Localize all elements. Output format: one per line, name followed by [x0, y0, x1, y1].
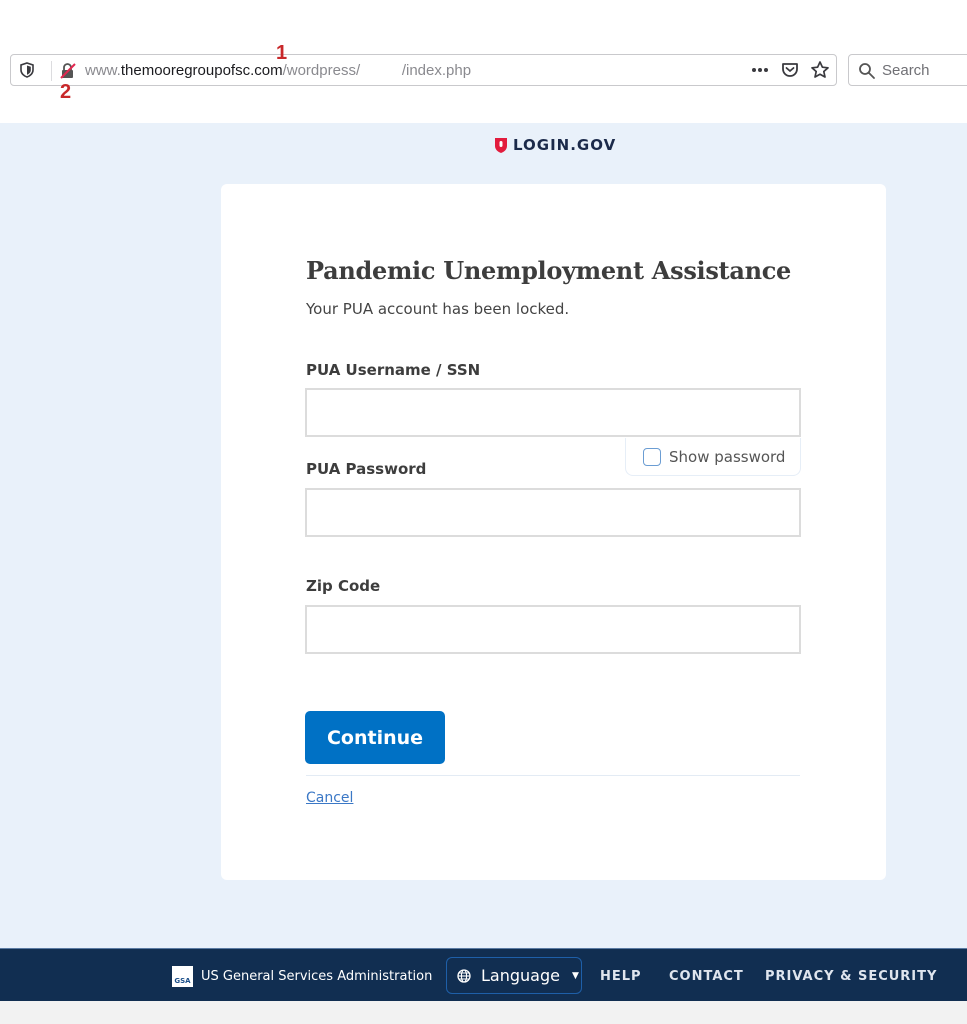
account-status-message: Your PUA account has been locked. [306, 300, 570, 318]
gsa-link[interactable]: GSA US General Services Administration [172, 966, 432, 987]
search-icon [858, 62, 876, 84]
login-gov-shield-icon [495, 137, 507, 153]
footer-link-help[interactable]: HELP [600, 969, 642, 984]
url-path-start: /wordpress/ [282, 62, 361, 79]
show-password-toggle[interactable]: Show password [625, 438, 801, 476]
search-placeholder: Search [882, 62, 930, 79]
login-gov-logo[interactable]: LOGIN.GOV [494, 136, 616, 154]
tracking-protection-shield-icon[interactable] [19, 62, 35, 78]
show-password-checkbox[interactable] [643, 447, 661, 466]
zip-code-label: Zip Code [306, 577, 381, 595]
url-prefix: www. [85, 62, 121, 79]
insecure-lock-icon[interactable] [59, 62, 77, 80]
more-actions-icon[interactable] [750, 60, 770, 80]
page-actions [750, 60, 830, 80]
gsa-agency-name: US General Services Administration [201, 969, 433, 984]
username-label: PUA Username / SSN [306, 361, 481, 379]
language-selector[interactable]: Language ▼ [446, 957, 582, 994]
pocket-icon[interactable] [780, 60, 800, 80]
cancel-link[interactable]: Cancel [306, 790, 353, 806]
page-bottom-strip [0, 1001, 967, 1024]
gsa-logo-icon: GSA [172, 966, 193, 987]
bookmark-star-icon[interactable] [810, 60, 830, 80]
annotation-marker-2: 2 [60, 81, 72, 103]
password-input[interactable] [305, 488, 801, 537]
show-password-label[interactable]: Show password [669, 448, 785, 466]
page-title: Pandemic Unemployment Assistance [306, 256, 792, 285]
password-label: PUA Password [306, 460, 427, 478]
caret-down-icon: ▼ [571, 970, 579, 981]
globe-icon [457, 968, 471, 983]
brand-name: LOGIN.GOV [513, 136, 617, 154]
language-label: Language [481, 966, 560, 985]
zip-code-input[interactable] [305, 605, 801, 654]
browser-toolbar: www.themooregroupofsc.com/wordpress/ /in… [0, 0, 967, 123]
footer-link-privacy-security[interactable]: PRIVACY & SECURITY [765, 969, 937, 984]
address-bar-separator [51, 61, 52, 81]
continue-button[interactable]: Continue [305, 711, 445, 764]
url-path-end: /index.php [401, 62, 472, 79]
address-bar[interactable]: www.themooregroupofsc.com/wordpress/ /in… [10, 54, 837, 86]
username-input[interactable] [305, 388, 801, 437]
url-redacted-gap [360, 62, 402, 79]
form-divider [306, 775, 800, 776]
annotation-marker-1: 1 [276, 42, 288, 64]
footer-link-contact[interactable]: CONTACT [669, 969, 744, 984]
browser-search-box[interactable]: Search [848, 54, 967, 86]
url-host: themooregroupofsc.com [120, 62, 283, 79]
